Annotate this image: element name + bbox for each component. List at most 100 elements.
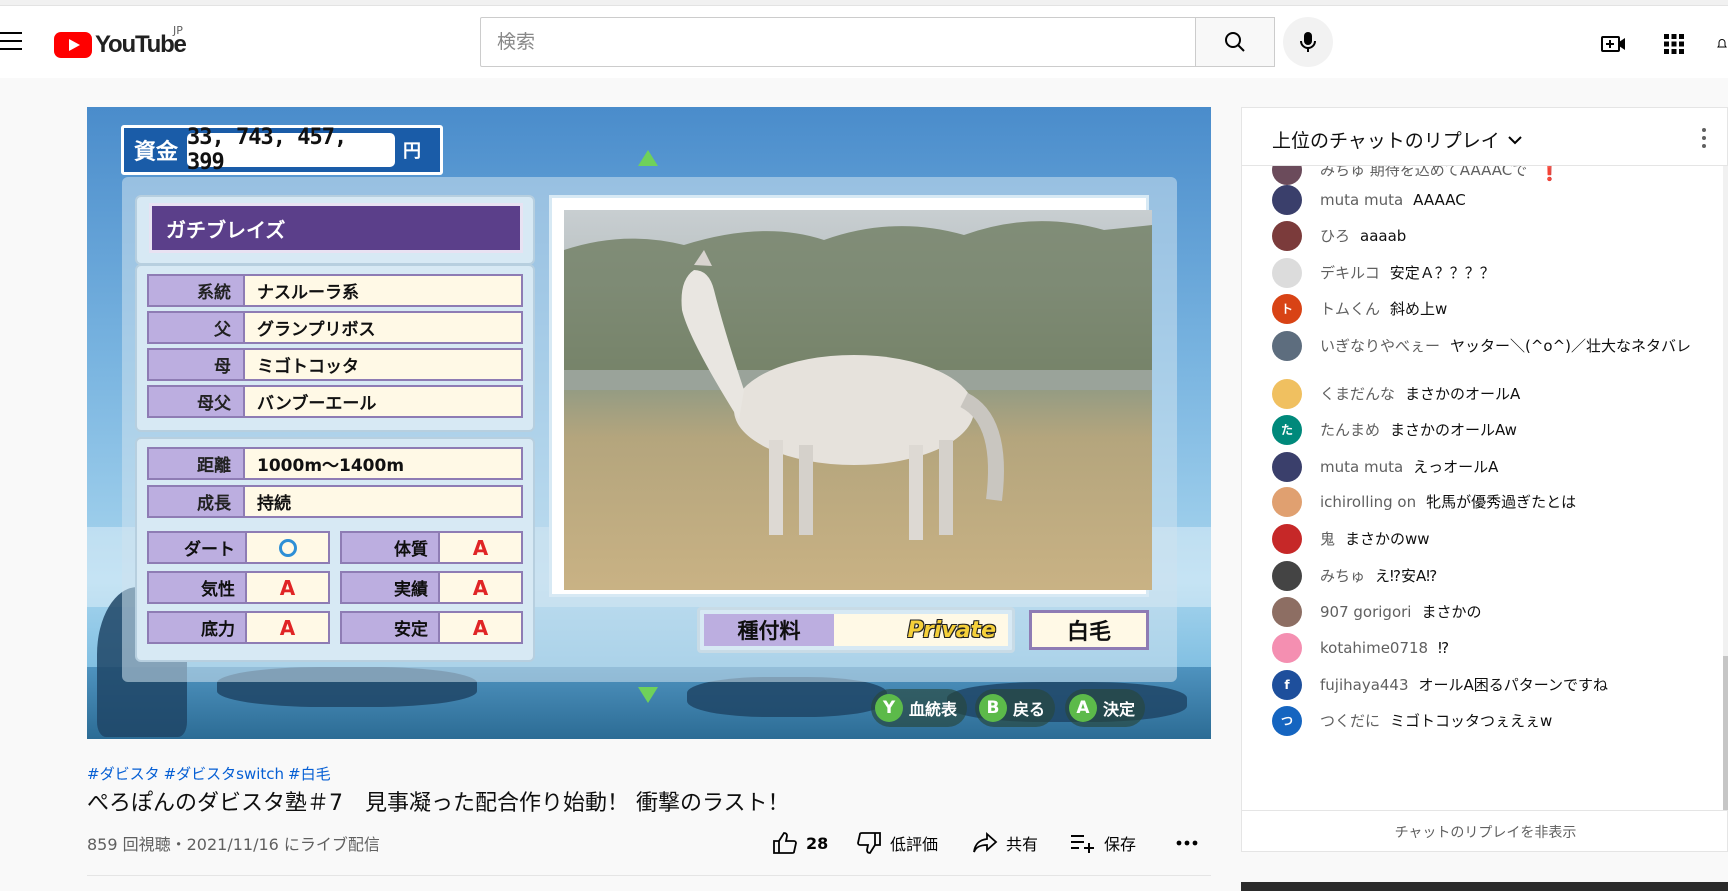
share-button[interactable]: 共有: [972, 830, 1038, 856]
pedigree-label: 系統: [149, 276, 245, 305]
search-box[interactable]: [480, 17, 1275, 67]
avatar[interactable]: [1272, 221, 1302, 251]
hashtag-link[interactable]: #ダビスタ: [87, 765, 160, 783]
metadata-divider: [87, 875, 1211, 876]
distance-value: 1000m～1400m: [245, 449, 521, 478]
avatar[interactable]: f: [1272, 670, 1302, 700]
chat-message: muta muta AAAAC: [1272, 185, 1692, 215]
stat-value: A: [440, 613, 521, 642]
stat-label: 気性: [149, 573, 247, 602]
like-count: 28: [806, 833, 829, 853]
chat-message: 鬼まさかのww: [1272, 524, 1692, 554]
chat-message: くまだんな まさかのオールA: [1272, 379, 1692, 409]
chat-author[interactable]: たんまめ: [1320, 421, 1380, 439]
share-icon: [973, 832, 998, 853]
playlist-add-icon: [1071, 835, 1094, 853]
avatar[interactable]: ト: [1272, 294, 1302, 324]
hashtags: #ダビスタ #ダビスタswitch #白毛: [87, 763, 335, 784]
avatar[interactable]: [1272, 633, 1302, 663]
avatar[interactable]: つ: [1272, 706, 1302, 736]
chat-author[interactable]: 907 gorigori: [1320, 603, 1411, 621]
search-button[interactable]: [1195, 17, 1275, 67]
chat-author[interactable]: muta muta: [1320, 191, 1403, 209]
chat-message-body: 907 gorigori まさかの: [1320, 602, 1481, 622]
avatar[interactable]: [1272, 258, 1302, 288]
chat-author[interactable]: つくだに: [1320, 712, 1380, 730]
video-title: ぺろぽんのダビスタ塾＃7 見事凝った配合作り始動！ 衝撃のラスト！: [87, 791, 790, 816]
hashtag-link[interactable]: #ダビスタswitch: [164, 765, 284, 783]
notifications-icon[interactable]: [1716, 30, 1728, 58]
stat-value: A: [247, 573, 328, 602]
chat-author[interactable]: くまだんな: [1320, 385, 1395, 403]
chat-scrollbar-thumb[interactable]: [1723, 656, 1728, 810]
chat-author[interactable]: muta muta: [1320, 458, 1403, 476]
growth-row: 成長 持続: [147, 485, 523, 518]
pedigree-value: ナスルーラ系: [245, 276, 521, 305]
chat-author[interactable]: デキルコ: [1320, 264, 1380, 282]
apps-grid-icon[interactable]: [1660, 30, 1688, 58]
chat-message-body: くまだんな まさかのオールA: [1320, 384, 1520, 404]
fee-value: Private: [834, 614, 1008, 646]
avatar[interactable]: た: [1272, 415, 1302, 445]
video-player[interactable]: 資金 33, 743, 457, 399 円 ガチブレイズ 系統 ナスルーラ系 …: [87, 107, 1211, 739]
chat-author[interactable]: kotahime0718: [1320, 639, 1428, 657]
avatar[interactable]: [1272, 524, 1302, 554]
avatar[interactable]: [1272, 185, 1302, 215]
like-button[interactable]: 28: [772, 830, 828, 856]
chat-message-body: ichirolling on 牝馬が優秀過ぎたとは: [1320, 492, 1576, 512]
save-button[interactable]: 保存: [1070, 830, 1136, 856]
share-label: 共有: [1006, 835, 1039, 854]
hashtag-link[interactable]: #白毛: [288, 765, 331, 783]
chat-messages: みちゅ 期待を込めてAAAACで ❗ muta muta AAAAC ひろ aaaab…: [1242, 166, 1728, 816]
next-video-thumbnail[interactable]: [1241, 882, 1728, 891]
stat-label: 底力: [149, 613, 247, 642]
exclamation-emoji-icon: ❗: [1537, 166, 1563, 182]
dislike-button[interactable]: 低評価: [856, 830, 938, 856]
menu-icon[interactable]: [0, 32, 22, 50]
stat-label: ダート: [149, 533, 247, 562]
create-video-icon[interactable]: [1600, 30, 1628, 58]
more-actions-button[interactable]: [1176, 830, 1206, 856]
dislike-label: 低評価: [890, 835, 939, 854]
chat-author[interactable]: いぎなりやべぇー: [1320, 337, 1440, 355]
stat-power: 底力 A: [147, 611, 330, 644]
chat-author[interactable]: ひろ: [1320, 227, 1350, 245]
thumbs-up-icon: [773, 832, 797, 854]
chat-title: 上位のチャットのリプレイ: [1272, 130, 1500, 152]
chat-text: ⁉︎: [1438, 639, 1450, 657]
pedigree-label: 父: [149, 313, 245, 342]
hide-chat-label: チャットのリプレイを非表示: [1394, 824, 1577, 841]
chat-author[interactable]: 鬼: [1320, 530, 1335, 548]
pedigree-value: ミゴトコッタ: [245, 350, 521, 379]
youtube-logo[interactable]: YouTube: [54, 30, 187, 60]
growth-label: 成長: [149, 487, 245, 516]
avatar[interactable]: [1272, 561, 1302, 591]
avatar[interactable]: [1272, 379, 1302, 409]
chat-author[interactable]: ichirolling on: [1320, 493, 1416, 511]
avatar[interactable]: [1272, 331, 1302, 361]
avatar[interactable]: [1272, 452, 1302, 482]
voice-search-button[interactable]: [1283, 17, 1333, 67]
chat-text: オールA困るパターンですね: [1418, 676, 1609, 694]
chat-more-options-icon[interactable]: [1702, 128, 1706, 152]
chat-message: トトムくん 斜め上w: [1272, 294, 1692, 324]
stat-value: A: [440, 533, 521, 562]
distance-label: 距離: [149, 449, 245, 478]
chat-author[interactable]: トムくん: [1320, 300, 1380, 318]
chat-author[interactable]: fujihaya443: [1320, 676, 1409, 694]
chat-message: ichirolling on 牝馬が優秀過ぎたとは: [1272, 487, 1692, 517]
search-input[interactable]: [481, 18, 1274, 66]
avatar[interactable]: [1272, 487, 1302, 517]
partial-message-text: みちゅ 期待を込めてAAAACで: [1320, 166, 1528, 179]
back-hint: B 戻る: [975, 689, 1056, 727]
chat-mode-selector[interactable]: 上位のチャットのリプレイ: [1272, 126, 1524, 153]
chat-message-partial: みちゅ 期待を込めてAAAACで ❗: [1272, 166, 1692, 185]
chat-message-body: トムくん 斜め上w: [1320, 299, 1447, 319]
avatar[interactable]: [1272, 597, 1302, 627]
chat-text: まさかのオールAw: [1390, 421, 1517, 439]
chat-author[interactable]: みちゅ: [1320, 567, 1365, 585]
chat-message-body: kotahime0718 ⁉︎: [1320, 638, 1449, 658]
b-button-icon: B: [979, 694, 1007, 722]
chat-message-body: デキルコ 安定Ａ？？？？: [1320, 263, 1495, 283]
hide-chat-button[interactable]: チャットのリプレイを非表示: [1242, 810, 1728, 852]
